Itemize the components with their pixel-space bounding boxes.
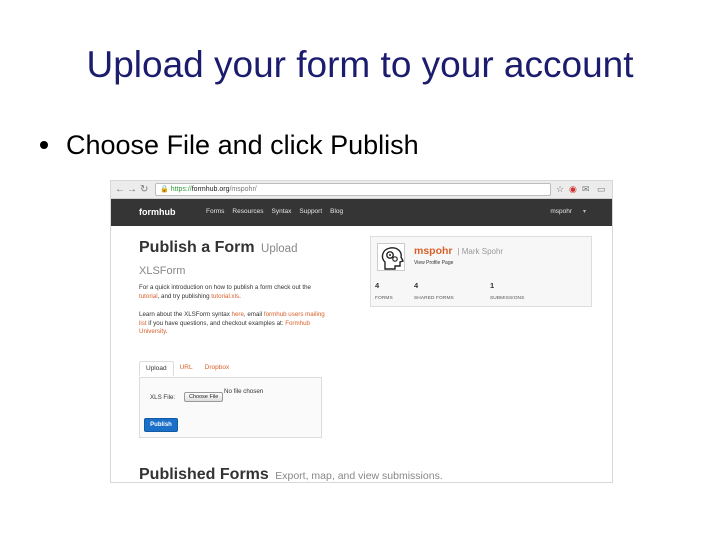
forward-arrow-icon[interactable]: → [127, 183, 137, 196]
url-host: formhub.org [191, 186, 230, 193]
tab-url[interactable]: URL [174, 361, 199, 376]
publish-title-main: Publish a Form [139, 239, 255, 256]
stat-submissions-value: 1 [490, 281, 495, 290]
screenshot-panel: ← → ↻ 🔒 https://formhub.org/mspohr/ ☆ ◉ ✉… [110, 180, 613, 483]
profile-name: mspohr | Mark Spohr [414, 245, 503, 257]
profile-fullname: | Mark Spohr [457, 247, 504, 256]
site-header: formhub Forms Resources Syntax Support B… [111, 199, 612, 226]
address-bar[interactable]: 🔒 https://formhub.org/mspohr/ [155, 183, 551, 196]
head-gears-icon [381, 247, 404, 270]
publish-subtitle: XLSForm [139, 265, 186, 277]
published-forms-title: Published Forms [139, 466, 269, 483]
slide-title: Upload your form to your account [86, 44, 634, 85]
stat-forms-value: 4 [375, 281, 380, 290]
nav-item-resources[interactable]: Resources [232, 208, 263, 215]
profile-username[interactable]: mspohr [414, 245, 453, 257]
mail-icon[interactable]: ✉ [582, 183, 590, 196]
syntax-text: Learn about the XLSForm syntax [139, 311, 232, 318]
intro-text: , and try publishing [157, 292, 212, 300]
url-path: /mspohr/ [229, 186, 257, 193]
main-nav: Forms Resources Syntax Support Blog [206, 208, 343, 215]
syntax-text: if you have questions, and checkout exam… [146, 319, 286, 327]
upload-tabs: Upload URL Dropbox [139, 361, 235, 376]
browser-toolbar: ← → ↻ 🔒 https://formhub.org/mspohr/ ☆ ◉ ✉… [111, 181, 612, 199]
upload-panel: XLS File: Choose File No file chosen Pub… [139, 377, 322, 438]
published-forms-heading: Published Forms Export, map, and view su… [139, 466, 443, 483]
avatar [377, 243, 405, 271]
tutorial-link[interactable]: tutorial [139, 293, 158, 300]
syntax-text: , email [243, 311, 264, 318]
syntax-paragraph: Learn about the XLSForm syntax here, ema… [139, 311, 329, 337]
publish-title-suffix: Upload [261, 243, 298, 255]
no-file-status: No file chosen [224, 388, 264, 395]
intro-paragraph: For a quick introduction on how to publi… [139, 284, 329, 301]
published-forms-subtitle: Export, map, and view submissions. [275, 470, 443, 482]
xls-file-label: XLS File: [150, 394, 176, 401]
choose-file-button[interactable]: Choose File [184, 392, 224, 402]
nav-item-blog[interactable]: Blog [330, 208, 343, 215]
nav-item-forms[interactable]: Forms [206, 208, 224, 215]
cast-icon[interactable]: ▭ [597, 183, 606, 196]
bullet-dot-icon [40, 141, 48, 149]
back-arrow-icon[interactable]: ← [115, 183, 125, 196]
star-icon[interactable]: ☆ [556, 183, 564, 196]
profile-card: mspohr | Mark Spohr View Profile Page 4 … [370, 236, 592, 307]
intro-text: . [239, 292, 241, 300]
stat-forms-label: FORMS [375, 296, 393, 301]
tutorial-xls-link[interactable]: tutorial.xls [211, 293, 239, 300]
user-menu[interactable]: mspohr [550, 208, 572, 215]
bullet-item: Choose File and click Publish [40, 128, 419, 162]
syntax-text: . [165, 328, 168, 336]
publish-button[interactable]: Publish [144, 418, 178, 432]
tab-dropbox[interactable]: Dropbox [199, 361, 236, 376]
reload-icon[interactable]: ↻ [140, 183, 148, 196]
tab-upload[interactable]: Upload [139, 361, 174, 376]
nav-item-support[interactable]: Support [299, 208, 322, 215]
intro-text: For a quick introduction on how to publi… [139, 284, 311, 291]
caret-down-icon[interactable]: ▾ [583, 208, 586, 215]
view-profile-link[interactable]: View Profile Page [414, 260, 453, 266]
syntax-here-link[interactable]: here [232, 311, 244, 318]
extension-icon[interactable]: ◉ [569, 183, 577, 196]
nav-item-syntax[interactable]: Syntax [272, 208, 292, 215]
bullet-text: Choose File and click Publish [66, 129, 419, 160]
lock-icon: 🔒 [160, 186, 169, 193]
publish-title: Publish a Form Upload [139, 239, 297, 257]
stat-shared-forms-label: SHARED FORMS [414, 296, 454, 301]
url-scheme: https:// [170, 186, 192, 193]
stat-shared-forms-value: 4 [414, 281, 419, 290]
stat-submissions-label: SUBMISSIONS [490, 296, 525, 301]
brand-logo[interactable]: formhub [139, 207, 176, 217]
